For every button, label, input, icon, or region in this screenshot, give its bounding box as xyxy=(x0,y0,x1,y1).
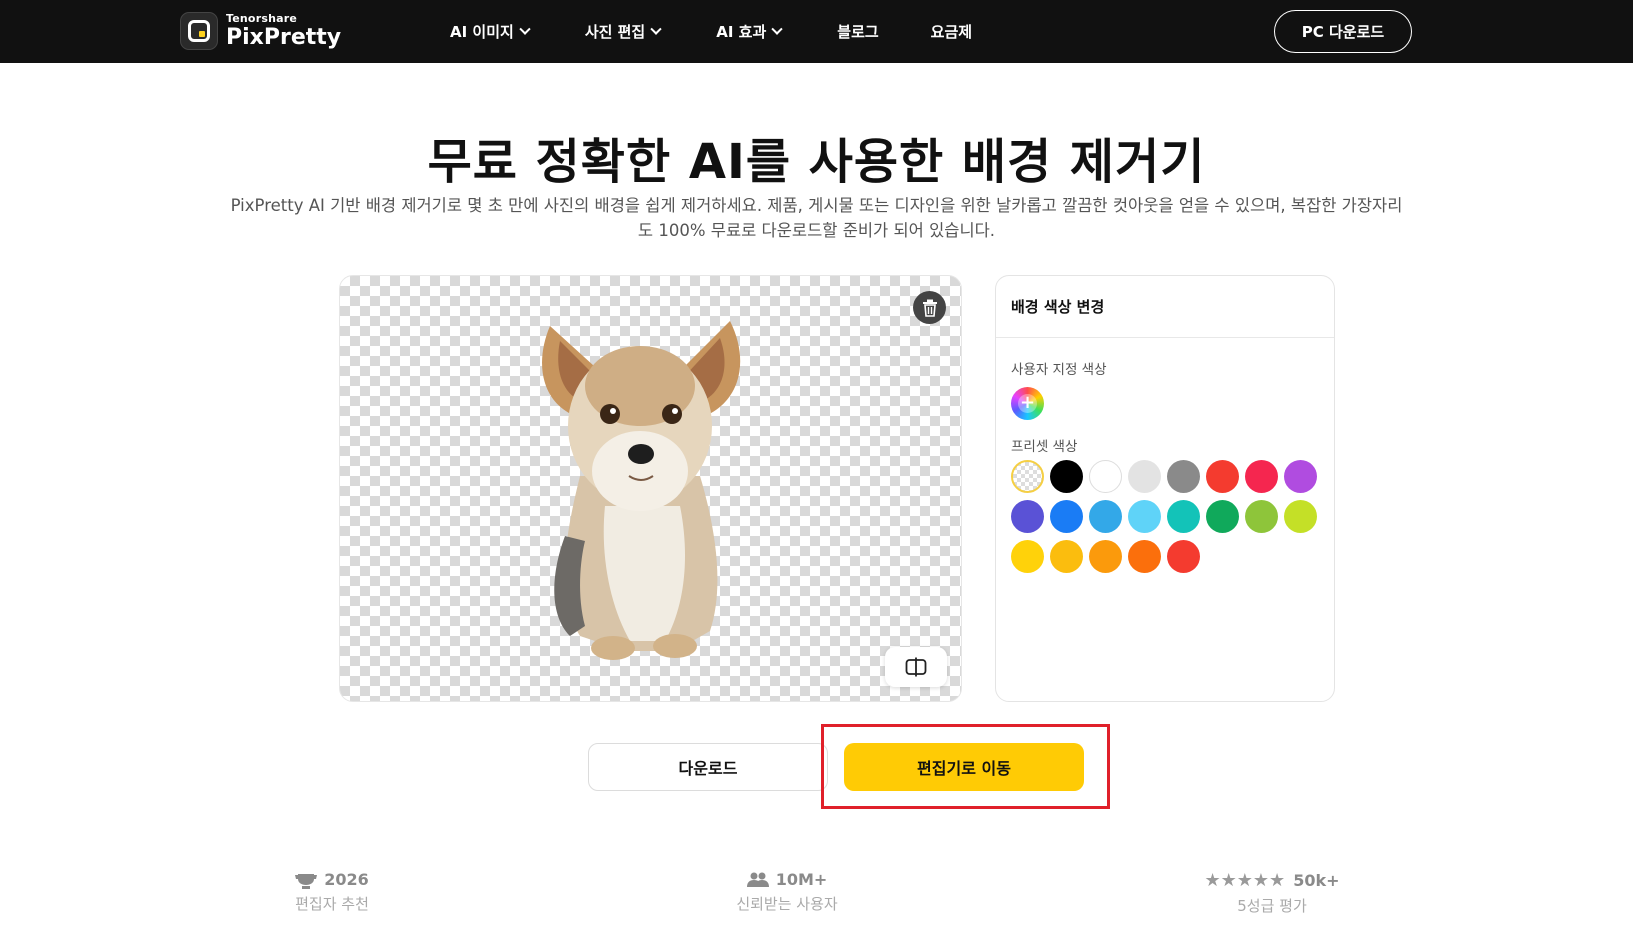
pc-download-button[interactable]: PC 다운로드 xyxy=(1274,10,1412,53)
background-color-panel: 배경 색상 변경 사용자 지정 색상 + 프리셋 색상 xyxy=(995,275,1335,702)
color-swatch[interactable] xyxy=(1206,500,1239,533)
title-text: 정확한 AI를 사용한 배경 제거기 xyxy=(517,134,1206,190)
menu-item-ai-effects[interactable]: AI 효과 xyxy=(716,21,783,42)
color-swatch[interactable] xyxy=(1011,500,1044,533)
brand-logo[interactable]: Tenorshare PixPretty xyxy=(180,12,341,50)
preset-color-label: 프리셋 색상 xyxy=(1011,439,1078,455)
color-swatch[interactable] xyxy=(1089,500,1122,533)
download-button[interactable]: 다운로드 xyxy=(588,743,828,791)
color-swatch[interactable] xyxy=(1128,460,1161,493)
top-nav: Tenorshare PixPretty AI 이미지 사진 편집 AI 효과 … xyxy=(0,0,1633,63)
swatch-transparent[interactable] xyxy=(1011,460,1044,493)
trash-icon[interactable] xyxy=(913,291,946,324)
color-swatch[interactable] xyxy=(1245,460,1278,493)
menu-label: 요금제 xyxy=(930,23,973,41)
color-swatch[interactable] xyxy=(1089,460,1122,493)
menu-label: 블로그 xyxy=(837,23,879,41)
stat-value: 10M+ xyxy=(775,870,828,889)
title-highlight: 무료 xyxy=(428,122,518,192)
plus-icon: + xyxy=(1018,392,1037,413)
color-swatch[interactable] xyxy=(1167,540,1200,573)
stat-value: 50k+ xyxy=(1293,871,1340,890)
chevron-down-icon xyxy=(771,23,783,35)
users-icon xyxy=(746,872,769,887)
menu-item-pricing[interactable]: 요금제 xyxy=(931,21,972,42)
custom-color-label: 사용자 지정 색상 xyxy=(1011,362,1107,378)
color-swatch[interactable] xyxy=(1128,500,1161,533)
brand-product: PixPretty xyxy=(226,25,342,50)
subtitle-line-1: PixPretty AI 기반 배경 제거기로 몇 초 만에 사진의 배경을 쉽… xyxy=(230,196,1403,215)
award-icon xyxy=(295,873,318,889)
color-swatch[interactable] xyxy=(1284,460,1317,493)
menu-label: AI 효과 xyxy=(716,23,767,41)
color-swatch[interactable] xyxy=(1206,460,1239,493)
color-swatch[interactable] xyxy=(1167,460,1200,493)
dog-cutout-image xyxy=(542,321,741,660)
go-to-editor-button[interactable]: 편집기로 이동 xyxy=(844,743,1084,791)
chevron-down-icon xyxy=(650,23,662,35)
subtitle-line-2: 도 100% 무료로 다운로드할 준비가 되어 있습니다. xyxy=(637,221,996,240)
stat-label: 5성급 평가 xyxy=(1237,897,1307,915)
stars-icon: ★★★★★ xyxy=(1204,870,1286,891)
color-swatch[interactable] xyxy=(1050,540,1083,573)
menu-item-blog[interactable]: 블로그 xyxy=(837,21,878,42)
stat-label: 신뢰받는 사용자 xyxy=(736,895,838,913)
chevron-down-icon xyxy=(519,23,531,35)
stat-value: 2026 xyxy=(324,870,369,889)
color-swatch[interactable] xyxy=(1128,540,1161,573)
main-menu: AI 이미지 사진 편집 AI 효과 블로그 요금제 xyxy=(450,21,972,42)
page-subtitle: PixPretty AI 기반 배경 제거기로 몇 초 만에 사진의 배경을 쉽… xyxy=(190,193,1443,243)
menu-label: AI 이미지 xyxy=(450,23,514,41)
preset-swatches xyxy=(1011,460,1321,573)
color-swatch[interactable] xyxy=(1167,500,1200,533)
color-swatch[interactable] xyxy=(1284,500,1317,533)
stat-five-star-reviews: ★★★★★ 50k+ 5성급 평가 xyxy=(1192,870,1352,916)
brand-company: Tenorshare xyxy=(226,12,298,25)
color-swatch[interactable] xyxy=(1011,540,1044,573)
page-title: 무료 정확한 AI를 사용한 배경 제거기 xyxy=(0,122,1633,192)
stat-label: 편집자 추천 xyxy=(295,895,369,913)
compare-icon[interactable] xyxy=(885,647,947,687)
color-swatch[interactable] xyxy=(1245,500,1278,533)
color-swatch[interactable] xyxy=(1050,500,1083,533)
menu-item-ai-image[interactable]: AI 이미지 xyxy=(450,21,531,42)
stat-trusted-users: 10M+ 신뢰받는 사용자 xyxy=(722,870,852,914)
menu-item-photo-edit[interactable]: 사진 편집 xyxy=(584,21,662,42)
menu-label: 사진 편집 xyxy=(584,23,646,41)
logo-icon xyxy=(180,12,218,50)
color-swatch[interactable] xyxy=(1089,540,1122,573)
color-swatch[interactable] xyxy=(1050,460,1083,493)
image-preview xyxy=(339,275,962,702)
panel-title: 배경 색상 변경 xyxy=(996,276,1334,338)
custom-color-button[interactable]: + xyxy=(1011,387,1044,420)
stat-editor-pick: 2026 편집자 추천 xyxy=(282,870,382,914)
